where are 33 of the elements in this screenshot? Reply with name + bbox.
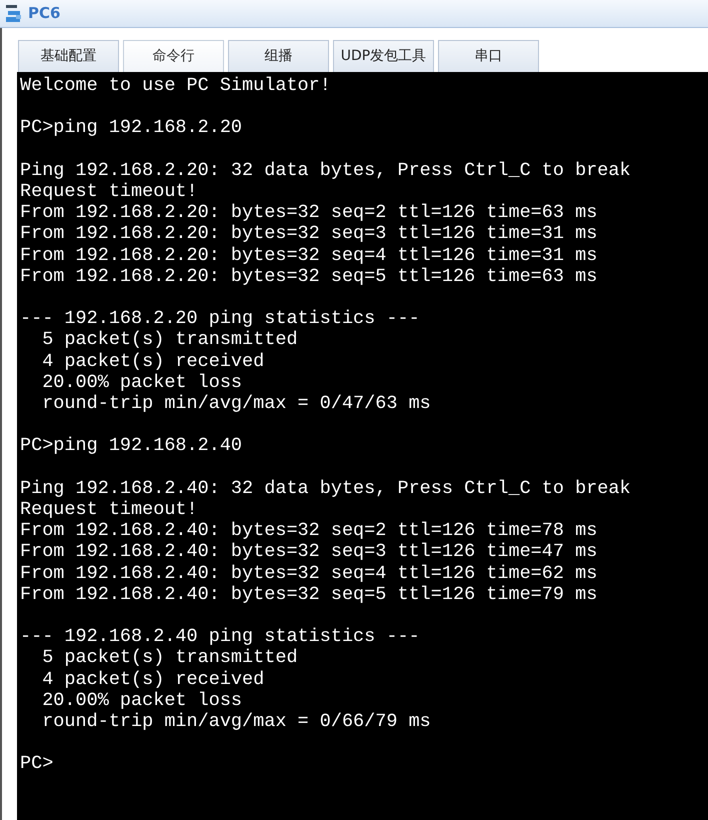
terminal-line: From 192.168.2.40: bytes=32 seq=4 ttl=126 time=62 ms <box>20 562 598 584</box>
terminal-line: PC>ping 192.168.2.20 <box>20 117 242 139</box>
terminal-line: 4 packet(s) received <box>41 350 264 372</box>
terminal-line: Request timeout! <box>20 180 198 202</box>
terminal-line: PC>ping 192.168.2.40 <box>20 435 242 457</box>
computer-icon <box>4 2 24 24</box>
terminal-line: From 192.168.2.20: bytes=32 seq=5 ttl=126 time=63 ms <box>20 266 598 287</box>
terminal-line: Request timeout! <box>20 498 198 520</box>
terminal-line: 5 packet(s) transmitted <box>41 647 298 669</box>
terminal-line: From 192.168.2.40: bytes=32 seq=3 ttl=126 time=47 ms <box>20 541 598 563</box>
terminal-line: Ping 192.168.2.20: 32 data bytes, Press Ctrl_C to break <box>20 160 631 181</box>
terminal-line: From 192.168.2.40: bytes=32 seq=2 ttl=126 time=78 ms <box>20 520 598 542</box>
terminal-line: 4 packet(s) received <box>41 668 264 690</box>
tab[interactable]: 基础配置 <box>18 40 119 72</box>
terminal-line: 5 packet(s) transmitted <box>41 329 298 351</box>
terminal-line: From 192.168.2.20: bytes=32 seq=3 ttl=126 time=31 ms <box>20 223 598 245</box>
terminal-line: From 192.168.2.40: bytes=32 seq=5 ttl=126 time=79 ms <box>20 584 598 605</box>
terminal-line: Welcome to use PC Simulator! <box>20 75 331 96</box>
window-title: PC6 <box>28 3 60 24</box>
terminal-line: PC> <box>20 753 54 775</box>
terminal-line: --- 192.168.2.20 ping statistics --- <box>20 308 420 330</box>
terminal-line: From 192.168.2.20: bytes=32 seq=2 ttl=126 time=63 ms <box>20 202 598 224</box>
terminal-line: From 192.168.2.20: bytes=32 seq=4 ttl=126 time=31 ms <box>20 244 598 266</box>
terminal-line: round-trip min/avg/max = 0/47/63 ms <box>41 393 431 414</box>
tab[interactable]: UDP发包工具 <box>333 40 434 72</box>
terminal-line: --- 192.168.2.40 ping statistics --- <box>20 626 420 648</box>
terminal-line: round-trip min/avg/max = 0/66/79 ms <box>41 711 431 732</box>
terminal-line: 20.00% packet loss <box>41 690 242 711</box>
terminal-line: 20.00% packet loss <box>41 372 242 393</box>
tab[interactable]: 组播 <box>228 40 329 72</box>
tab[interactable]: 串口 <box>438 40 539 72</box>
tab[interactable]: 命令行 <box>123 40 224 72</box>
terminal-line: Ping 192.168.2.40: 32 data bytes, Press Ctrl_C to break <box>20 478 631 499</box>
